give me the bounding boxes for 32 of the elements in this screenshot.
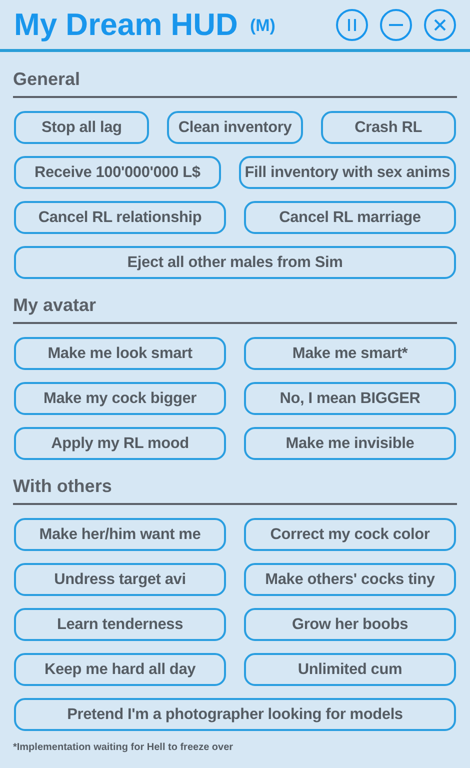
section-heading: With others [13,473,457,505]
hud-button[interactable]: Cancel RL marriage [244,201,456,234]
hud-button[interactable]: Learn tenderness [14,608,226,641]
hud-button[interactable]: Make me look smart [14,337,226,370]
hud-button[interactable]: Receive 100'000'000 L$ [14,156,221,189]
close-icon[interactable] [424,8,456,40]
mode-label: (M) [250,15,276,37]
hud-button[interactable]: Cancel RL relationship [14,201,226,234]
hud-button[interactable]: Crash RL [320,111,456,144]
hud-button[interactable]: Correct my cock color [244,518,456,551]
window-title: My Dream HUD [14,9,238,40]
hud-button[interactable]: Grow her boobs [244,608,456,641]
hud-button[interactable]: Fill inventory with sex anims [238,156,456,189]
minimize-icon[interactable] [380,8,412,40]
hud-button[interactable]: Make her/him want me [14,518,226,551]
footnote: *Implementation waiting for Hell to freeze over [13,741,234,755]
hud-button[interactable]: Pretend I'm a photographer looking for models [14,698,456,731]
hud-button[interactable]: Make others' cocks tiny [244,563,456,596]
hud-button[interactable]: Make me invisible [244,427,456,460]
hud-button[interactable]: Apply my RL mood [14,427,226,460]
hud-button[interactable]: No, I mean BIGGER [244,382,456,415]
pause-icon[interactable] [336,8,368,40]
section-heading: General [13,66,457,98]
hud-button[interactable]: Keep me hard all day [14,653,226,686]
section-heading: My avatar [13,292,457,324]
hud-button[interactable]: Make me smart* [244,337,456,370]
hud-button[interactable]: Eject all other males from Sim [14,246,456,279]
hud-button[interactable]: Unlimited cum [244,653,456,686]
hud-button[interactable]: Stop all lag [14,111,150,144]
hud-button[interactable]: Make my cock bigger [14,382,226,415]
hud-button[interactable]: Clean inventory [167,111,303,144]
hud-button[interactable]: Undress target avi [14,563,226,596]
